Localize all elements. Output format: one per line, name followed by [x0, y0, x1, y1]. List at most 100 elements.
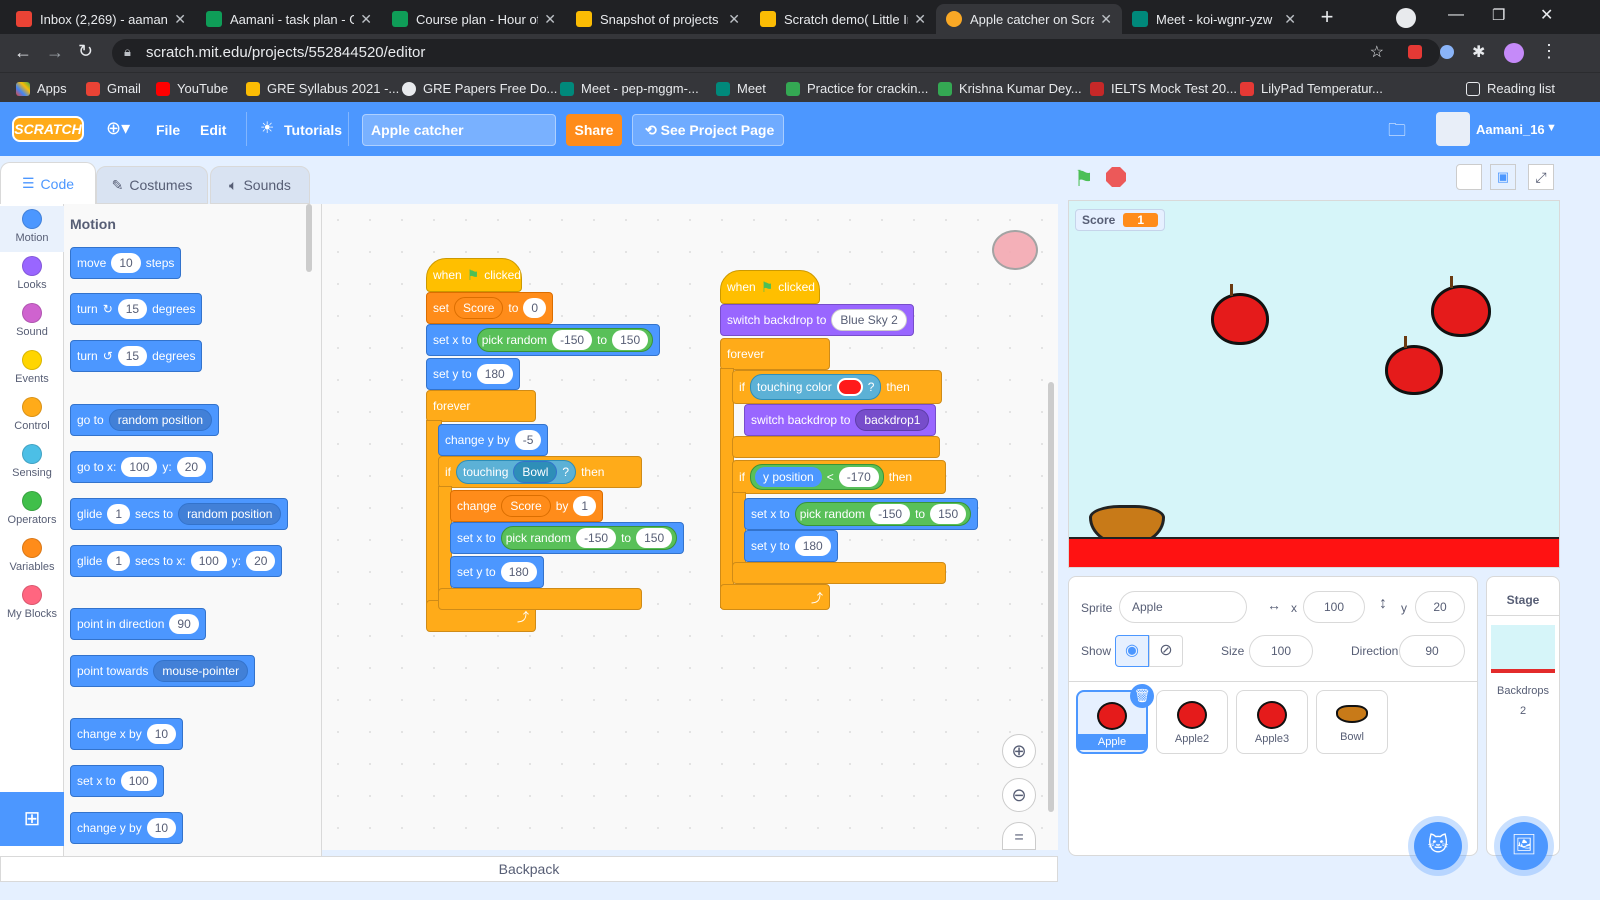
tab-sounds[interactable]: 🔈︎ Sounds	[210, 166, 310, 204]
palette-scrollbar[interactable]	[306, 204, 312, 272]
user-avatar[interactable]	[1436, 112, 1470, 146]
category-control[interactable]: Control	[0, 397, 64, 432]
score-monitor[interactable]: Score 1	[1075, 209, 1166, 231]
profile-avatar[interactable]	[1504, 43, 1524, 63]
reload-icon[interactable]: ↻	[78, 41, 93, 62]
tutorials-button[interactable]: Tutorials	[284, 122, 342, 138]
small-stage-button[interactable]	[1456, 164, 1482, 190]
share-button[interactable]: Share	[566, 114, 622, 146]
color-swatch[interactable]	[836, 378, 863, 396]
new-tab-button[interactable]: +	[1314, 6, 1340, 30]
close-icon[interactable]: ✕	[174, 11, 186, 28]
stage-target-pane[interactable]: Stage Backdrops 2	[1486, 576, 1560, 856]
browser-tab[interactable]: Snapshot of projects - ✕	[566, 4, 750, 34]
category-my-blocks[interactable]: My Blocks	[0, 585, 64, 620]
category-sensing[interactable]: Sensing	[0, 444, 64, 479]
menu-dots-icon[interactable]: ⋮	[1540, 41, 1558, 62]
block-set-x[interactable]: set x to 100	[70, 765, 164, 797]
block-change-y[interactable]: change y by 10	[70, 812, 184, 844]
globe-icon[interactable]: ⊕▾	[106, 118, 130, 139]
sprite-apple[interactable]	[1211, 284, 1269, 345]
block-if-y-position[interactable]: if y position < -170 then	[732, 460, 946, 494]
close-icon[interactable]: ✕	[1100, 11, 1112, 28]
block-set-x[interactable]: set x to pick random -150 to 150	[450, 522, 685, 554]
browser-tab-active[interactable]: Apple catcher on Scra ✕	[936, 4, 1122, 34]
block-set-variable[interactable]: set Score to 0	[426, 292, 554, 324]
block-switch-backdrop[interactable]: switch backdrop to Blue Sky 2	[720, 304, 914, 336]
star-icon[interactable]: ☆	[1370, 42, 1384, 62]
sprite-thumb-apple3[interactable]: Apple3	[1236, 690, 1308, 754]
y-input[interactable]: 20	[1415, 591, 1465, 623]
direction-input[interactable]: 90	[1399, 635, 1465, 667]
stop-button[interactable]	[1106, 167, 1126, 187]
close-icon[interactable]: ✕	[914, 11, 926, 28]
workspace-scrollbar[interactable]	[1048, 382, 1054, 812]
category-events[interactable]: Events	[0, 350, 64, 385]
close-icon[interactable]: ✕	[360, 11, 372, 28]
close-icon[interactable]: ✕	[728, 11, 740, 28]
url-bar[interactable]: 🔒︎ scratch.mit.edu/projects/552844520/ed…	[112, 39, 1440, 67]
zoom-in-icon[interactable]: ⊕	[1002, 734, 1036, 768]
bookmark-item[interactable]: LilyPad Temperatur...	[1240, 81, 1383, 96]
my-stuff-folder-icon[interactable]: 🗀︎	[1388, 118, 1406, 148]
bookmark-item[interactable]: Meet	[716, 81, 766, 96]
category-motion[interactable]: Motion	[0, 206, 64, 252]
block-if-touching-color[interactable]: if touching color? then	[732, 370, 942, 404]
backpack[interactable]: Backpack	[0, 856, 1058, 882]
close-icon[interactable]: ✕	[544, 11, 556, 28]
scratch-logo[interactable]: SCRATCH	[12, 116, 84, 142]
reading-list[interactable]: Reading list	[1466, 81, 1555, 96]
block-glide-xy[interactable]: glide 1 secs to x: 100 y: 20	[70, 545, 283, 577]
browser-tab[interactable]: Inbox (2,269) - aaman ✕	[6, 4, 196, 34]
forward-icon[interactable]: →	[46, 42, 64, 63]
block-set-x[interactable]: set x to pick random -150 to 150	[426, 324, 661, 356]
back-icon[interactable]: ←	[14, 42, 32, 63]
bookmark-item[interactable]: Meet - pep-mggm-...	[560, 81, 699, 96]
browser-tab[interactable]: Meet - koi-wgnr-yzw ✕	[1122, 4, 1306, 34]
bookmark-item[interactable]: GRE Papers Free Do...	[402, 81, 557, 96]
window-close-icon[interactable]: ✕	[1540, 5, 1553, 25]
block-if-touching[interactable]: if touching Bowl? then	[438, 456, 642, 488]
block-change-variable[interactable]: change Score by 1	[450, 490, 604, 522]
sprite-apple3[interactable]	[1385, 336, 1443, 395]
hat-when-flag-clicked[interactable]: when ⚑ clicked	[720, 270, 820, 304]
block-go-to[interactable]: go to random position	[70, 404, 220, 436]
delete-sprite-icon[interactable]: 🗑︎	[1130, 684, 1154, 708]
minimize-icon[interactable]: —	[1448, 6, 1464, 24]
bookmark-item[interactable]: Gmail	[86, 81, 141, 96]
hide-icon[interactable]: ⊘	[1149, 635, 1183, 667]
edit-menu[interactable]: Edit	[200, 122, 226, 138]
tab-search-icon[interactable]	[1396, 8, 1416, 28]
hat-when-flag-clicked[interactable]: when ⚑ clicked	[426, 258, 522, 292]
large-stage-button[interactable]: ▣	[1490, 164, 1516, 190]
bookmark-apps[interactable]: Apps	[16, 81, 67, 96]
add-backdrop-button[interactable]: 🖼︎	[1500, 822, 1548, 870]
block-set-y[interactable]: set y to 180	[450, 556, 544, 588]
block-switch-backdrop[interactable]: switch backdrop to backdrop1	[744, 404, 937, 436]
size-input[interactable]: 100	[1249, 635, 1313, 667]
add-sprite-button[interactable]: 🐱︎	[1414, 822, 1462, 870]
tab-costumes[interactable]: ✎ Costumes	[96, 166, 208, 204]
block-forever[interactable]: forever	[426, 390, 536, 422]
block-point-in-direction[interactable]: point in direction 90	[70, 608, 206, 640]
zoom-out-icon[interactable]: ⊖	[1002, 778, 1036, 812]
puzzle-icon[interactable]: ✱	[1472, 42, 1485, 62]
bookmark-item[interactable]: Krishna Kumar Dey...	[938, 81, 1082, 96]
browser-tab[interactable]: Course plan - Hour of ✕	[382, 4, 566, 34]
add-extension-button[interactable]: ⊞	[0, 792, 64, 846]
sprite-name-input[interactable]: Apple	[1119, 591, 1247, 623]
block-move-steps[interactable]: move 10 steps	[70, 247, 182, 279]
file-menu[interactable]: File	[156, 122, 180, 138]
block-point-towards[interactable]: point towards mouse-pointer	[70, 655, 256, 687]
project-title-input[interactable]: Apple catcher	[362, 114, 556, 146]
see-project-page-button[interactable]: ⟲ See Project Page	[632, 114, 784, 146]
green-flag-button[interactable]: ⚑	[1074, 166, 1094, 192]
block-go-to-xy[interactable]: go to x: 100 y: 20	[70, 451, 214, 483]
extension-icon[interactable]	[1408, 45, 1422, 59]
username-menu[interactable]: Aamani_16	[1476, 122, 1545, 137]
block-set-x[interactable]: set x to pick random -150 to 150	[744, 498, 979, 530]
block-turn-right[interactable]: turn ↻ 15 degrees	[70, 293, 203, 325]
block-change-y[interactable]: change y by -5	[438, 424, 549, 456]
block-forever[interactable]: forever	[720, 338, 830, 370]
close-icon[interactable]: ✕	[1284, 11, 1296, 28]
